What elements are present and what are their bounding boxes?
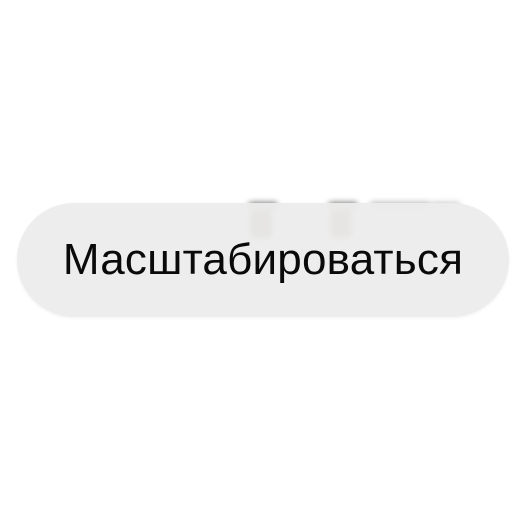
screen: Масштабироваться [0, 0, 526, 526]
zoom-action-label: Масштабироваться [62, 235, 464, 284]
zoom-action-button[interactable]: Масштабироваться [17, 203, 509, 317]
